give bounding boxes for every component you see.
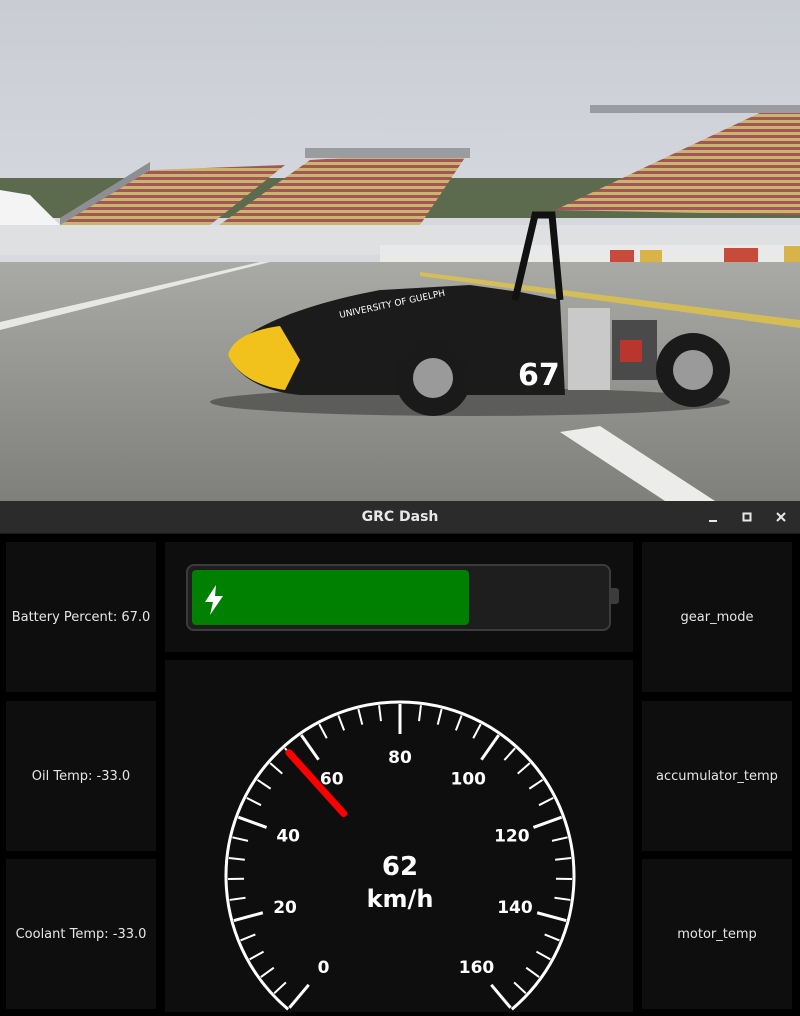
tick-label: 160 (459, 958, 495, 978)
speedometer-panel: 0 20 40 60 80 100 120 140 160 62 km/h (165, 660, 633, 1012)
close-button[interactable] (771, 507, 791, 527)
minor-tick (337, 715, 346, 731)
minor-tick (517, 762, 531, 775)
minor-tick (525, 966, 540, 978)
battery-percent-label: Battery Percent: 67.0 (11, 609, 151, 625)
major-tick (532, 815, 563, 829)
tick-label: 140 (497, 898, 533, 918)
minor-tick (513, 981, 527, 995)
minor-tick (228, 857, 245, 861)
minor-tick (260, 966, 275, 978)
minor-tick (273, 981, 287, 995)
race-car-photo: 67 UNIVERSITY OF GUELPH (0, 0, 800, 501)
battery-cap (611, 588, 619, 604)
dash-content: Battery Percent: 67.0 Oil Temp: -33.0 Co… (0, 534, 800, 1016)
minor-tick (555, 857, 572, 861)
minor-tick (357, 708, 364, 725)
minor-tick (240, 933, 256, 942)
oil-temp-panel: Oil Temp: -33.0 (6, 701, 156, 851)
minimize-icon (709, 520, 717, 522)
major-tick (288, 983, 310, 1009)
gear-mode-label: gear_mode (680, 609, 754, 625)
tick-label: 80 (388, 748, 412, 768)
motor-temp-label: motor_temp (677, 926, 757, 942)
speedometer: 020406080100120140160 62 km/h (224, 700, 576, 1011)
minor-tick (418, 705, 422, 722)
major-tick (233, 911, 264, 922)
battery-fill (192, 570, 469, 625)
minor-tick (436, 708, 443, 725)
minor-tick (538, 797, 554, 807)
minor-tick (318, 723, 328, 739)
minor-tick (256, 778, 272, 790)
minor-tick (528, 778, 544, 790)
tick-label: 40 (276, 826, 300, 846)
tick-label: 20 (273, 898, 297, 918)
minor-tick (551, 836, 568, 842)
accumulator-temp-label: accumulator_temp (656, 768, 778, 784)
major-tick (480, 734, 500, 761)
motor-temp-panel: motor_temp (642, 859, 792, 1009)
speed-unit: km/h (367, 885, 434, 913)
accumulator-temp-panel: accumulator_temp (642, 701, 792, 851)
dash-window: GRC Dash Battery Percent: 67.0 Oil Temp:… (0, 501, 800, 1016)
minor-tick (246, 797, 262, 807)
minor-tick (229, 896, 246, 901)
major-tick (536, 911, 567, 922)
battery-gauge-panel (165, 542, 633, 652)
maximize-icon (742, 512, 752, 522)
minor-tick (454, 715, 463, 731)
major-tick (237, 815, 268, 829)
lightning-bolt-icon (205, 585, 223, 615)
coolant-temp-panel: Coolant Temp: -33.0 (6, 859, 156, 1009)
minor-tick (544, 933, 560, 942)
minor-tick (378, 705, 382, 722)
minor-tick (269, 762, 283, 775)
major-tick (300, 734, 320, 761)
gear-mode-panel: gear_mode (642, 542, 792, 692)
car-number: 67 (518, 358, 560, 393)
battery-shell (186, 564, 611, 631)
oil-temp-label: Oil Temp: -33.0 (31, 768, 131, 784)
tick-label: 0 (318, 958, 330, 978)
major-tick (490, 983, 512, 1009)
minor-tick (503, 747, 516, 761)
minor-tick (535, 950, 551, 961)
minor-tick (249, 950, 265, 961)
minor-tick (554, 896, 571, 901)
tick-label: 120 (494, 826, 530, 846)
minor-tick (232, 836, 249, 842)
close-icon (776, 512, 786, 522)
battery-percent-panel: Battery Percent: 67.0 (6, 542, 156, 692)
maximize-button[interactable] (737, 507, 757, 527)
speed-value: 62 (382, 852, 418, 882)
minor-tick (472, 723, 482, 739)
tick-label: 100 (451, 770, 487, 790)
coolant-temp-label: Coolant Temp: -33.0 (15, 926, 147, 942)
title-bar[interactable]: GRC Dash (0, 501, 800, 534)
minimize-button[interactable] (703, 507, 723, 527)
window-title: GRC Dash (361, 509, 439, 525)
